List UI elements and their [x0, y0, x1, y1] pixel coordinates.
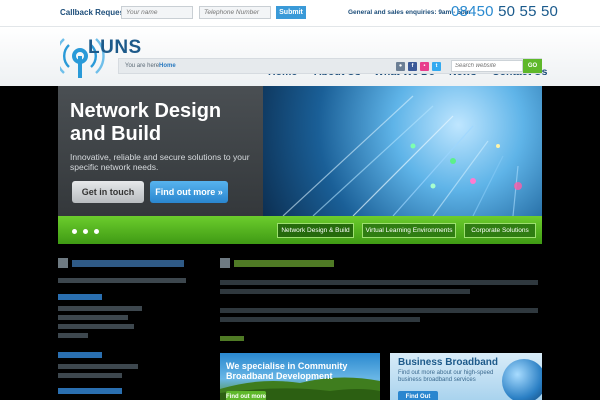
left-subheading [58, 294, 102, 300]
community-find-out-more-button[interactable]: Find out more [226, 391, 266, 400]
right-text-line [220, 308, 538, 313]
breadcrumb-home-link[interactable]: Home [159, 63, 176, 69]
left-list-item [58, 306, 142, 311]
slider-dot-3[interactable] [94, 229, 99, 234]
left-list-item [58, 324, 134, 329]
business-broadband-subtitle: Find out more about our high-speed busin… [398, 370, 494, 383]
right-text-line [220, 289, 470, 294]
logo-text: LUNS [88, 37, 142, 58]
callback-bar: Callback Request Submit General and sale… [0, 0, 600, 26]
flickr-icon[interactable]: • [420, 62, 429, 71]
find-out-more-button[interactable]: Find out more » [150, 181, 228, 203]
section-icon [220, 258, 230, 268]
community-broadband-promo[interactable]: We specialise in Community Broadband Dev… [220, 353, 380, 400]
right-link-block[interactable] [220, 336, 244, 341]
phone-number: 08450 50 55 50 [451, 3, 558, 20]
business-find-out-more-button[interactable]: Find Out More [398, 391, 438, 400]
breadcrumb-bar: You are here: Home ● f • t GO [118, 58, 542, 74]
business-broadband-title: Business Broadband [398, 357, 499, 368]
telephone-input[interactable] [199, 6, 271, 19]
twitter-icon[interactable]: t [432, 62, 441, 71]
tab-virtual-learning[interactable]: Virtual Learning Environments [362, 223, 456, 238]
site-header: LUNS Home About Us What We Do News Conta… [0, 26, 600, 86]
section-icon [58, 258, 68, 268]
page: Callback Request Submit General and sale… [0, 0, 600, 400]
callback-label: Callback Request [60, 8, 127, 17]
fibre-optic-image [263, 86, 542, 216]
search-input[interactable] [451, 60, 523, 72]
left-subheading [58, 352, 102, 358]
name-input[interactable] [121, 6, 193, 19]
left-list-item [58, 315, 128, 320]
tab-corporate-solutions[interactable]: Corporate Solutions [464, 223, 536, 238]
left-list-item [58, 364, 138, 369]
phone-prefix: 08450 [451, 3, 494, 20]
hero-text-panel: Network Design and Build Innovative, rel… [58, 86, 263, 216]
slider-dot-2[interactable] [83, 229, 88, 234]
phone-main: 50 55 50 [498, 3, 559, 20]
slider-dot-1[interactable] [72, 229, 77, 234]
hero-title: Network Design and Build [70, 100, 222, 145]
callback-submit-button[interactable]: Submit [276, 6, 306, 19]
get-in-touch-button[interactable]: Get in touch [72, 181, 144, 203]
globe-icon [502, 359, 542, 400]
hero-subtitle: Innovative, reliable and secure solution… [70, 152, 250, 172]
fibre-strands-illustration [282, 95, 522, 216]
breadcrumb-label: You are here: [125, 63, 161, 69]
left-list-item [58, 333, 88, 338]
hero-tab-bar: Network Design & Build Virtual Learning … [58, 216, 542, 244]
business-broadband-promo[interactable]: Business Broadband Find out more about o… [390, 353, 542, 400]
search-go-button[interactable]: GO [523, 59, 542, 73]
right-text-line [220, 317, 420, 322]
right-heading-block [234, 260, 334, 267]
hero-slider: Network Design and Build Innovative, rel… [58, 86, 542, 246]
left-heading-block [72, 260, 184, 267]
right-text-line [220, 280, 538, 285]
left-text-line [58, 278, 186, 283]
right-column: We specialise in Community Broadband Dev… [220, 256, 542, 400]
left-list-item [58, 373, 122, 378]
tab-network-design[interactable]: Network Design & Build [277, 223, 354, 238]
facebook-icon[interactable]: f [408, 62, 417, 71]
community-promo-title: We specialise in Community Broadband Dev… [226, 361, 348, 381]
left-column [58, 256, 214, 400]
share-icon[interactable]: ● [396, 62, 405, 71]
left-subheading [58, 388, 122, 394]
